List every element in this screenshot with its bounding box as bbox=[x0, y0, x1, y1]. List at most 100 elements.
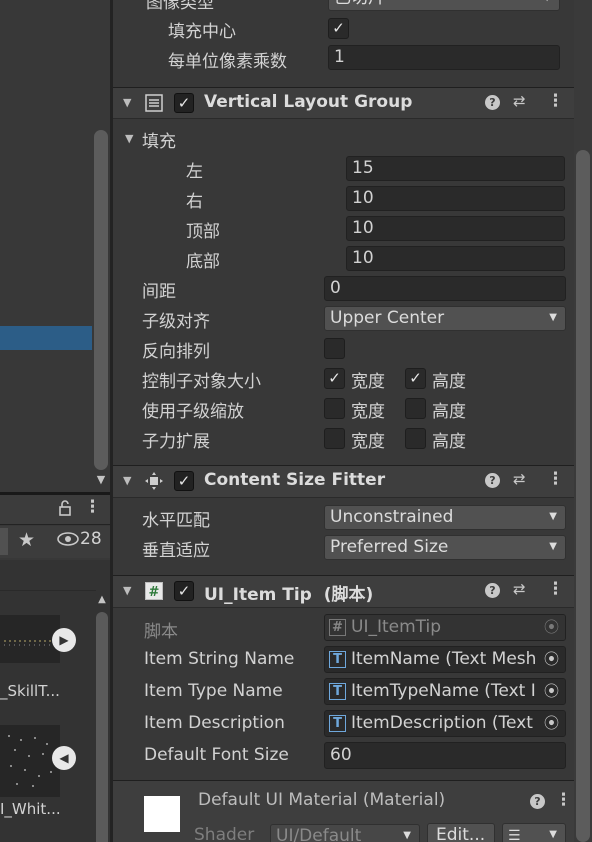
control-width-checkbox[interactable]: ✓ bbox=[324, 368, 345, 389]
help-icon[interactable]: ? bbox=[485, 95, 500, 110]
fold-arrow-icon[interactable]: ▼ bbox=[123, 474, 131, 487]
object-picker-icon[interactable]: ⦿ bbox=[538, 615, 565, 640]
scroll-up-arrow-icon[interactable]: ▲ bbox=[96, 594, 108, 606]
object-picker-icon[interactable]: ⦿ bbox=[538, 711, 565, 736]
content-size-fitter-header[interactable]: ▼ ✓ Content Size Fitter ? ⇄ ⋮ bbox=[113, 465, 574, 498]
material-title: Default UI Material (Material) bbox=[198, 790, 446, 810]
object-picker-icon[interactable]: ⦿ bbox=[538, 647, 565, 672]
inspector-scrollbar[interactable] bbox=[576, 150, 590, 842]
reverse-arrangement-label: 反向排列 bbox=[142, 342, 210, 362]
script-component-header[interactable]: ▼ # ✓ UI_Item Tip (脚本) ? ⇄ ⋮ bbox=[113, 575, 574, 608]
vertical-layout-group-header[interactable]: ▼ ✓ Vertical Layout Group ? ⇄ ⋮ bbox=[113, 87, 574, 119]
bottom-field[interactable]: 10 bbox=[346, 246, 565, 271]
control-height-checkbox[interactable]: ✓ bbox=[405, 368, 426, 389]
object-picker-icon[interactable]: ⦿ bbox=[538, 679, 565, 704]
presets-icon[interactable]: ⇄ bbox=[513, 92, 526, 110]
component-title: Vertical Layout Group bbox=[204, 92, 413, 112]
favorite-star-icon[interactable]: ★ bbox=[18, 529, 35, 551]
search-field-edge[interactable] bbox=[0, 528, 8, 555]
fold-arrow-icon[interactable]: ▼ bbox=[123, 96, 131, 109]
script-title: UI_Item Tip bbox=[204, 585, 312, 605]
top-field[interactable]: 10 bbox=[346, 216, 565, 241]
child-alignment-label: 子级对齐 bbox=[142, 312, 210, 332]
panel-divider[interactable] bbox=[110, 0, 113, 842]
padding-fold-icon[interactable]: ▼ bbox=[125, 132, 133, 145]
component-enabled-checkbox[interactable]: ✓ bbox=[174, 93, 194, 113]
ppu-field[interactable]: 1 bbox=[328, 45, 560, 70]
edit-label: Edit... bbox=[436, 825, 486, 842]
help-icon[interactable]: ? bbox=[485, 473, 500, 488]
image-type-label: 图像类型 bbox=[146, 0, 214, 13]
control-child-size-label: 控制子对象大小 bbox=[142, 372, 261, 392]
kebab-menu-icon[interactable]: ⋮ bbox=[84, 497, 101, 517]
item-description-label: Item Description bbox=[144, 713, 285, 733]
reverse-arrangement-checkbox[interactable] bbox=[324, 338, 345, 359]
text-component-icon: T bbox=[329, 651, 346, 668]
shader-label: Shader bbox=[194, 825, 255, 842]
expand-width-checkbox[interactable] bbox=[324, 428, 345, 449]
horizontal-fit-value: Unconstrained bbox=[330, 507, 454, 527]
kebab-menu-icon[interactable]: ⋮ bbox=[555, 790, 572, 810]
presets-icon[interactable]: ⇄ bbox=[513, 580, 526, 598]
shader-list-dropdown[interactable]: ☰ ▼ bbox=[502, 823, 566, 842]
hierarchy-scrollbar[interactable] bbox=[94, 130, 108, 470]
play-left-icon[interactable]: ◀ bbox=[52, 746, 76, 770]
component-enabled-checkbox[interactable]: ✓ bbox=[174, 581, 194, 601]
expand-width-label: 宽度 bbox=[351, 432, 385, 452]
csharp-script-icon: # bbox=[145, 582, 163, 600]
project-toolbar: ⋮ bbox=[0, 495, 112, 525]
right-field[interactable]: 10 bbox=[346, 186, 565, 211]
help-icon[interactable]: ? bbox=[485, 583, 500, 598]
fill-center-checkbox[interactable]: ✓ bbox=[328, 18, 349, 39]
left-label: 左 bbox=[186, 162, 203, 182]
right-label: 右 bbox=[186, 192, 203, 212]
horizontal-fit-label: 水平匹配 bbox=[142, 511, 210, 531]
child-alignment-dropdown[interactable]: Upper Center ▼ bbox=[324, 306, 566, 331]
ppu-label: 每单位像素乘数 bbox=[168, 52, 287, 72]
material-preview-swatch[interactable] bbox=[144, 796, 180, 832]
kebab-menu-icon[interactable]: ⋮ bbox=[547, 91, 564, 111]
eye-icon[interactable] bbox=[57, 532, 79, 550]
item-string-name-label: Item String Name bbox=[144, 649, 295, 669]
item-description-field[interactable]: T ItemDescription (Text ⦿ bbox=[324, 710, 566, 737]
image-type-dropdown[interactable]: 已切片▼ bbox=[328, 0, 560, 11]
project-search-bar: ★ 28 bbox=[0, 526, 112, 558]
item-type-name-value: ItemTypeName (Text I bbox=[351, 681, 536, 701]
shader-dropdown[interactable]: UI/Default ▼ bbox=[270, 824, 420, 842]
text-component-icon: T bbox=[329, 715, 346, 732]
presets-icon[interactable]: ⇄ bbox=[513, 470, 526, 488]
edit-shader-button[interactable]: Edit... bbox=[427, 823, 495, 842]
use-child-scale-label: 使用子级缩放 bbox=[142, 402, 244, 422]
hierarchy-selected-row[interactable] bbox=[0, 326, 92, 350]
scale-height-label: 高度 bbox=[432, 402, 466, 422]
scroll-down-arrow-icon[interactable]: ▼ bbox=[93, 472, 109, 488]
scale-height-checkbox[interactable] bbox=[405, 398, 426, 419]
component-enabled-checkbox[interactable]: ✓ bbox=[174, 471, 194, 491]
scale-width-checkbox[interactable] bbox=[324, 398, 345, 419]
kebab-menu-icon[interactable]: ⋮ bbox=[547, 579, 564, 599]
asset-grid-scrollbar[interactable] bbox=[96, 612, 108, 842]
control-height-label: 高度 bbox=[432, 372, 466, 392]
lock-icon[interactable] bbox=[58, 499, 72, 521]
item-string-name-field[interactable]: T ItemName (Text Mesh ⦿ bbox=[324, 646, 566, 673]
asset-thumbnail[interactable] bbox=[0, 615, 60, 663]
script-suffix: (脚本) bbox=[323, 585, 374, 605]
play-icon[interactable]: ▶ bbox=[52, 628, 76, 652]
expand-height-checkbox[interactable] bbox=[405, 428, 426, 449]
default-font-size-field[interactable]: 60 bbox=[324, 742, 566, 769]
asset-thumbnail[interactable] bbox=[0, 725, 60, 797]
kebab-menu-icon[interactable]: ⋮ bbox=[547, 469, 564, 489]
default-font-size-label: Default Font Size bbox=[144, 745, 289, 765]
script-field[interactable]: # UI_ItemTip ⦿ bbox=[324, 614, 566, 641]
spacing-field[interactable]: 0 bbox=[324, 276, 566, 301]
help-icon[interactable]: ? bbox=[530, 794, 545, 809]
component-title: UI_Item Tip (脚本) bbox=[204, 580, 373, 605]
image-type-value: 已切片 bbox=[334, 0, 385, 8]
left-field[interactable]: 15 bbox=[346, 156, 565, 181]
svg-text:#: # bbox=[149, 585, 160, 600]
bottom-label: 底部 bbox=[186, 252, 220, 272]
horizontal-fit-dropdown[interactable]: Unconstrained ▼ bbox=[324, 505, 566, 530]
vertical-fit-dropdown[interactable]: Preferred Size ▼ bbox=[324, 535, 566, 560]
item-type-name-field[interactable]: T ItemTypeName (Text I ⦿ bbox=[324, 678, 566, 705]
fold-arrow-icon[interactable]: ▼ bbox=[123, 584, 131, 597]
